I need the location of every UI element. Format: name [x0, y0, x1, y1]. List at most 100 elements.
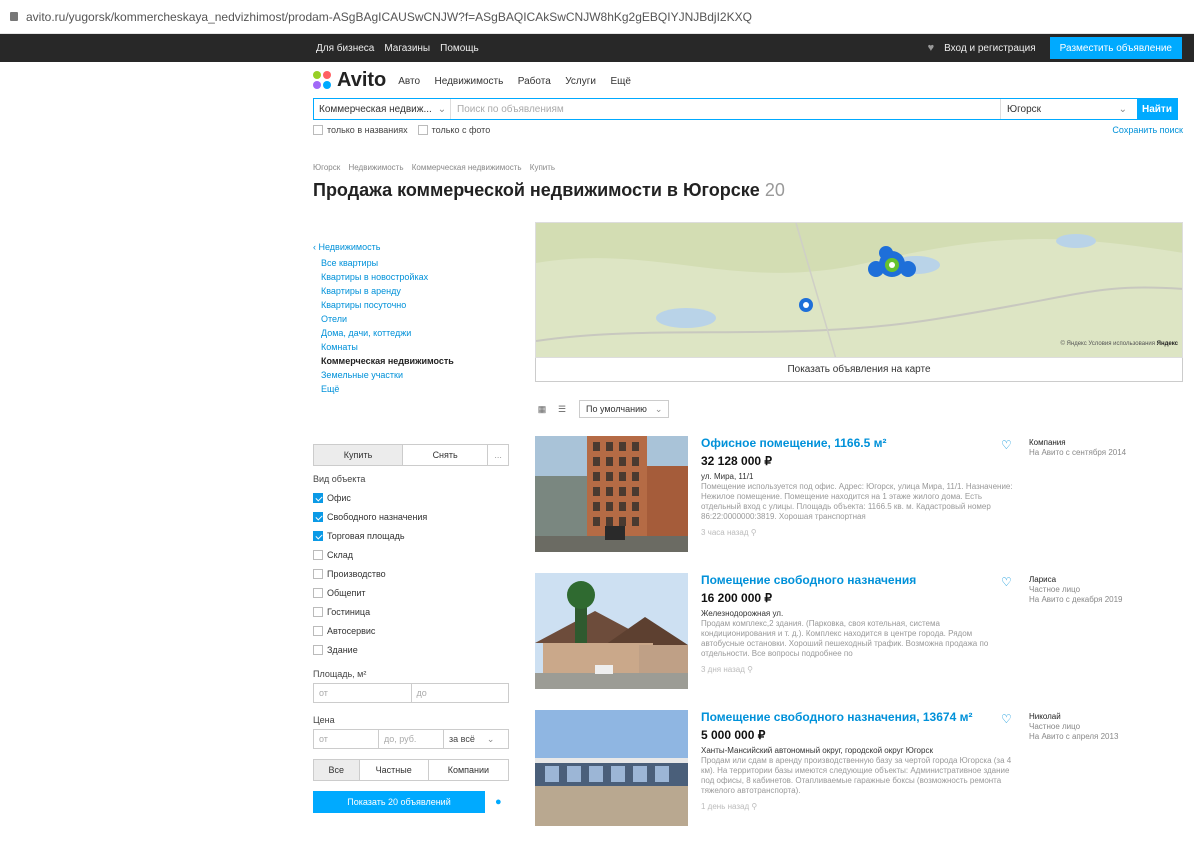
tab-companies[interactable]: Компании — [429, 760, 508, 780]
price-to-input[interactable]: до, руб. — [379, 730, 444, 748]
tab-more[interactable]: ... — [488, 445, 508, 465]
seller-info: Компания На Авито с сентября 2014 — [1029, 438, 1183, 458]
grid-view-icon[interactable]: ▦ — [535, 402, 549, 416]
listing-card[interactable]: Офисное помещение, 1166.5 м² 32 128 000 ₽… — [535, 436, 1183, 554]
listing-photo[interactable] — [535, 710, 688, 826]
category-root[interactable]: ‹ Недвижимость — [313, 242, 513, 252]
search-button[interactable]: Найти — [1137, 99, 1177, 119]
listing-price: 5 000 000 ₽ — [701, 728, 766, 742]
object-type-checkbox[interactable] — [313, 568, 323, 579]
object-type-option[interactable]: Торговая площадь — [313, 526, 513, 545]
object-type-option[interactable]: Здание — [313, 640, 513, 659]
results-map[interactable]: © Яндекс Условия использования Яндекс — [535, 222, 1183, 358]
listing-photo[interactable] — [535, 573, 688, 689]
category-item[interactable]: Отели — [313, 312, 513, 326]
category-item[interactable]: Квартиры посуточно — [313, 298, 513, 312]
favorite-heart-icon[interactable]: ♡ — [1001, 575, 1012, 589]
search-input[interactable]: Поиск по объявлениям — [451, 99, 1001, 119]
favorites-heart-icon[interactable]: ♥ — [928, 42, 935, 54]
post-ad-button[interactable]: Разместить объявление — [1049, 37, 1182, 59]
object-type-checkbox[interactable] — [313, 492, 323, 503]
avito-logo[interactable]: Avito — [313, 69, 386, 92]
nav-services[interactable]: Услуги — [565, 76, 596, 87]
seller-name[interactable]: Николай — [1029, 712, 1183, 722]
checkbox-box[interactable] — [417, 125, 428, 135]
listing-photo[interactable] — [535, 436, 688, 552]
category-item[interactable]: Комнаты — [313, 340, 513, 354]
object-type-option[interactable]: Производство — [313, 564, 513, 583]
area-to-input[interactable]: до — [412, 684, 509, 702]
category-select[interactable]: Коммерческая недвиж... ⌄ — [314, 99, 451, 119]
object-type-checkbox[interactable] — [313, 606, 323, 617]
city-select[interactable]: Югорск ⌄ — [1001, 99, 1137, 119]
listing-card[interactable]: Помещение свободного назначения, 13674 м… — [535, 710, 1183, 828]
breadcrumb-item[interactable]: Югорск — [313, 163, 340, 172]
tab-buy[interactable]: Купить — [314, 445, 404, 465]
browser-address-bar[interactable]: avito.ru/yugorsk/kommercheskaya_nedvizhi… — [0, 0, 1194, 34]
object-type-option[interactable]: Автосервис — [313, 621, 513, 640]
login-link[interactable]: Вход и регистрация — [944, 43, 1036, 54]
seller-since: На Авито с сентября 2014 — [1029, 448, 1127, 457]
listing-title[interactable]: Офисное помещение, 1166.5 м² — [701, 436, 1016, 450]
breadcrumb-item[interactable]: Недвижимость — [348, 163, 403, 172]
area-from-input[interactable]: от — [314, 684, 412, 702]
object-type-option[interactable]: Гостиница — [313, 602, 513, 621]
object-type-checkbox[interactable] — [313, 549, 323, 560]
category-item[interactable]: Дома, дачи, коттеджи — [313, 326, 513, 340]
price-scope-select[interactable]: за всё ⌄ — [444, 730, 508, 748]
topbar-link-shops[interactable]: Магазины — [384, 43, 430, 54]
breadcrumb-item[interactable]: Купить — [530, 163, 555, 172]
object-type-option[interactable]: Свободного назначения — [313, 507, 513, 526]
area-range: от до — [313, 683, 509, 703]
seller-info: Лариса Частное лицо На Авито с декабря 201… — [1029, 575, 1183, 605]
nav-jobs[interactable]: Работа — [518, 76, 551, 87]
nav-auto[interactable]: Авто — [398, 76, 420, 87]
seller-name[interactable]: Компания — [1029, 438, 1183, 448]
nav-realty[interactable]: Недвижимость — [435, 76, 504, 87]
favorite-heart-icon[interactable]: ♡ — [1001, 438, 1012, 452]
object-type-checkbox[interactable] — [313, 587, 323, 598]
object-type-option[interactable]: Офис — [313, 488, 513, 507]
only-titles-checkbox[interactable]: только в названиях — [313, 125, 408, 135]
category-item[interactable]: Квартиры в новостройках — [313, 270, 513, 284]
page-title: Продажа коммерческой недвижимости в Югор… — [313, 180, 1183, 201]
category-item[interactable]: Земельные участки — [313, 368, 513, 382]
sort-value: По умолчанию — [586, 404, 647, 414]
category-item[interactable]: Квартиры в аренду — [313, 284, 513, 298]
listing-title[interactable]: Помещение свободного назначения, 13674 м… — [701, 710, 1016, 724]
listing-time-text: 3 часа назад — [701, 528, 749, 537]
map-attribution-text[interactable]: © Яндекс Условия использования — [1060, 341, 1155, 347]
category-item[interactable]: Все квартиры — [313, 256, 513, 270]
listing-title[interactable]: Помещение свободного назначения — [701, 573, 1016, 587]
save-search-link[interactable]: Сохранить поиск — [1112, 125, 1183, 135]
seller-name[interactable]: Лариса — [1029, 575, 1183, 585]
list-view-icon[interactable]: ☰ — [555, 402, 569, 416]
listing-address: Ханты-Мансийский автономный округ, город… — [701, 746, 933, 755]
breadcrumb-item[interactable]: Коммерческая недвижимость — [412, 163, 522, 172]
show-results-button[interactable]: Показать 20 объявлений — [313, 791, 485, 813]
map-pin-icon[interactable]: ● — [495, 796, 502, 808]
object-type-option[interactable]: Склад — [313, 545, 513, 564]
listing-card[interactable]: Помещение свободного назначения 16 200 00… — [535, 573, 1183, 691]
tab-all[interactable]: Все — [314, 760, 360, 780]
category-more[interactable]: Ещё — [313, 382, 513, 396]
topbar-link-business[interactable]: Для бизнеса — [316, 43, 374, 54]
object-type-checkbox[interactable] — [313, 625, 323, 636]
object-type-checkbox[interactable] — [313, 530, 323, 541]
object-type-option[interactable]: Общепит — [313, 583, 513, 602]
listing-time: 3 дня назад ⚲ — [701, 665, 1016, 674]
topbar-link-help[interactable]: Помощь — [440, 43, 479, 54]
price-from-input[interactable]: от — [314, 730, 379, 748]
object-type-checkbox[interactable] — [313, 511, 323, 522]
show-on-map-button[interactable]: Показать объявления на карте — [535, 358, 1183, 382]
nav-more[interactable]: Ещё — [610, 76, 630, 87]
object-type-checkbox[interactable] — [313, 644, 323, 655]
url-text[interactable]: avito.ru/yugorsk/kommercheskaya_nedvizhi… — [26, 10, 752, 24]
sort-select[interactable]: По умолчанию ⌄ — [579, 400, 670, 418]
tab-rent[interactable]: Снять — [403, 445, 489, 465]
checkbox-box[interactable] — [313, 125, 323, 135]
tab-private[interactable]: Частные — [360, 760, 429, 780]
only-photo-checkbox[interactable]: только с фото — [417, 125, 490, 135]
favorite-heart-icon[interactable]: ♡ — [1001, 712, 1012, 726]
listing-time: 3 часа назад ⚲ — [701, 528, 1016, 537]
